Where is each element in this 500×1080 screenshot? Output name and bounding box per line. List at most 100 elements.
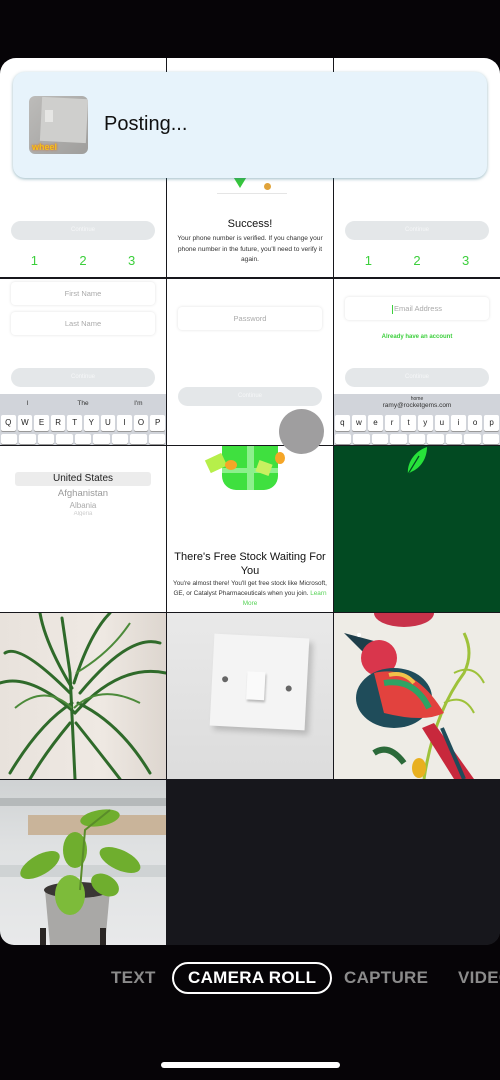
picker-option: Albania [69, 501, 97, 510]
key [353, 434, 370, 444]
first-name-field: First Name [11, 282, 155, 305]
step-number: 2 [413, 253, 421, 268]
key: E [34, 415, 49, 431]
free-stock-text: You're almost there! You'll get free sto… [173, 580, 327, 597]
continue-button: Continue [11, 368, 155, 387]
key [74, 434, 92, 444]
picker-option: Afghanistan [57, 488, 109, 499]
suggestion: The [77, 400, 89, 407]
keyboard-row [335, 434, 499, 444]
switch-rocker [246, 671, 266, 701]
email-suggestion: home ramy@rocketgems.com [334, 396, 500, 410]
key: Y [83, 415, 99, 431]
step-number: 3 [462, 253, 470, 268]
step-number: 3 [128, 253, 136, 268]
coin-icon [264, 183, 271, 190]
suggestion: I [26, 400, 29, 407]
continue-button: Continue [345, 221, 489, 240]
posting-thumbnail: wheel [29, 96, 88, 154]
photo-bird-art[interactable] [334, 613, 500, 779]
key: w [351, 415, 367, 431]
key: P [150, 415, 165, 431]
coin-icon [225, 460, 237, 470]
key: W [17, 415, 33, 431]
email-field: Email Address [345, 297, 489, 320]
key [408, 434, 426, 444]
key: R [50, 415, 66, 431]
leaf-icon [407, 447, 427, 475]
picker-option-selected: United States [52, 473, 114, 484]
touch-indicator [279, 409, 324, 454]
picker-option: Algeria [73, 511, 93, 516]
key [427, 434, 444, 444]
switch-plate [209, 633, 310, 731]
mode-tab-capture[interactable]: CAPTURE [344, 962, 428, 994]
key: U [100, 415, 116, 431]
keyboard-row: q w e r t y u i o p [335, 415, 499, 431]
mode-tab-video[interactable]: VIDEO [458, 962, 500, 994]
plant-image [0, 613, 166, 779]
switch-rocker [45, 110, 53, 122]
key [335, 434, 352, 444]
key: p [484, 415, 499, 431]
key [37, 434, 55, 444]
key [390, 434, 407, 444]
key [1, 434, 18, 444]
last-name-field: Last Name [11, 312, 155, 335]
thumbnail-splash[interactable] [334, 446, 500, 612]
bird-art-image [344, 613, 485, 779]
coin-icon [275, 452, 285, 464]
key: t [401, 415, 416, 431]
sticker-text: wheel [32, 142, 58, 152]
photo-plant[interactable] [0, 613, 166, 779]
posting-notification: wheel Posting... [13, 72, 487, 178]
key [130, 434, 147, 444]
key: I [117, 415, 132, 431]
key: u [434, 415, 450, 431]
email-placeholder: Email Address [394, 304, 442, 313]
thumbnail-country-picker[interactable]: United States Afghanistan Albania Algeri… [0, 446, 166, 612]
key [93, 434, 110, 444]
key: e [368, 415, 383, 431]
thumbnail-free-stock[interactable]: There's Free Stock Waiting For You You'r… [167, 446, 333, 612]
step-number: 1 [364, 253, 372, 268]
text-caret [392, 304, 394, 314]
key [56, 434, 73, 444]
keyboard-row [1, 434, 165, 444]
key [19, 434, 36, 444]
thumbnail-email-form[interactable]: Email Address Already have an account Co… [334, 279, 500, 445]
photo-pothos-plant[interactable] [0, 780, 166, 945]
camera-roll-grid: Continue 1 2 3 Success! Your phone numbe… [0, 58, 500, 945]
photo-light-switch[interactable] [167, 613, 333, 779]
success-body: Your phone number is verified. If you ch… [177, 235, 323, 263]
mode-selector: TEXT CAMERA ROLL CAPTURE VIDEO [0, 962, 500, 994]
key [464, 434, 481, 444]
keyboard-suggestions: I The I'm [0, 394, 166, 414]
step-indicator: 1 2 3 [0, 253, 166, 268]
mode-tab-camera-roll[interactable]: CAMERA ROLL [172, 962, 333, 994]
continue-button: Continue [178, 387, 322, 406]
thumbnail-name-form[interactable]: First Name Last Name Continue I The I'm … [0, 279, 166, 445]
key: i [451, 415, 466, 431]
step-number: 2 [79, 253, 87, 268]
free-stock-title: There's Free Stock Waiting For You [174, 551, 326, 577]
password-field: Password [178, 307, 322, 330]
home-indicator[interactable] [161, 1062, 340, 1068]
key: Q [1, 415, 16, 431]
key [482, 434, 499, 444]
mode-tab-text[interactable]: TEXT [111, 962, 156, 994]
key: q [335, 415, 350, 431]
key: T [67, 415, 82, 431]
already-have-account-link: Already have an account [381, 334, 453, 340]
key: r [384, 415, 400, 431]
continue-button: Continue [11, 221, 155, 240]
keyboard: I The I'm Q W E R T Y U I O P [0, 394, 166, 445]
camera-roll-sheet: Continue 1 2 3 Success! Your phone numbe… [0, 58, 500, 945]
divider [217, 193, 287, 194]
key: y [417, 415, 433, 431]
key: O [133, 415, 149, 431]
suggestion-email: ramy@rocketgems.com [382, 402, 452, 409]
pothos-image [0, 798, 166, 945]
key [148, 434, 165, 444]
step-indicator: 1 2 3 [334, 253, 500, 268]
